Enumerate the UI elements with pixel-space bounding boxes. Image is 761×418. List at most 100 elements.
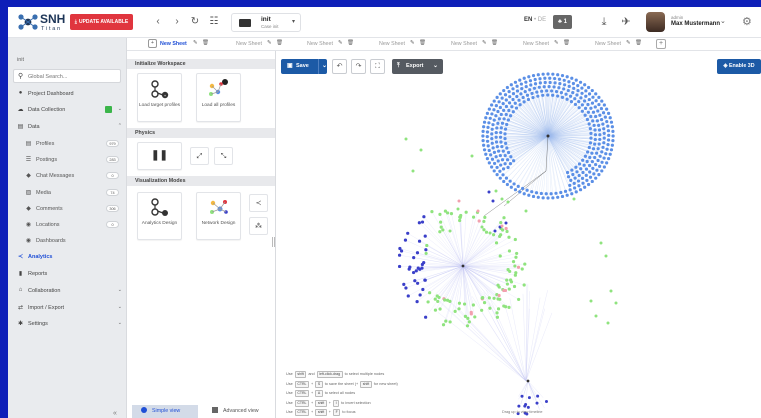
graph-node[interactable] [536, 94, 540, 98]
graph-node[interactable] [406, 231, 410, 235]
pencil-icon[interactable]: ✎ [267, 40, 272, 46]
graph-node[interactable] [567, 84, 571, 88]
graph-canvas[interactable]: ▣ Save ⌄ ↶ ↷ ⛶ ⤒ Export ⌄ ◈ Enable 3D Us… [276, 51, 761, 418]
graph-node[interactable] [500, 197, 504, 201]
graph-node[interactable] [503, 137, 507, 141]
graph-node[interactable] [422, 215, 426, 219]
graph-node[interactable] [494, 130, 498, 135]
graph-node[interactable] [560, 95, 565, 99]
graph-node[interactable] [564, 92, 568, 96]
graph-node[interactable] [527, 75, 531, 79]
graph-node[interactable] [428, 291, 432, 295]
graph-node[interactable] [411, 169, 415, 173]
trash-icon[interactable]: 🗑 [276, 40, 283, 46]
graph-node[interactable] [524, 80, 528, 84]
graph-node[interactable] [585, 159, 589, 164]
graph-node[interactable] [490, 127, 494, 131]
graph-node[interactable] [556, 94, 560, 98]
pencil-icon[interactable]: ✎ [482, 40, 487, 46]
graph-node[interactable] [601, 145, 605, 149]
graph-node[interactable] [513, 264, 517, 268]
trash-icon[interactable]: 🗑 [563, 40, 570, 46]
graph-node[interactable] [577, 99, 581, 104]
graph-node[interactable] [449, 212, 454, 216]
graph-node[interactable] [501, 173, 505, 177]
redo-button[interactable]: ↷ [351, 59, 366, 74]
graph-node[interactable] [584, 89, 588, 93]
graph-node[interactable] [486, 125, 490, 129]
graph-node[interactable] [482, 228, 486, 232]
graph-node[interactable] [532, 86, 537, 90]
graph-node[interactable] [544, 192, 548, 196]
graph-node[interactable] [492, 118, 496, 122]
graph-node[interactable] [583, 185, 587, 189]
graph-node[interactable] [585, 117, 590, 122]
graph-node[interactable] [463, 314, 468, 318]
graph-node[interactable] [610, 143, 614, 147]
graph-node[interactable] [502, 216, 506, 220]
sidebar-item-dashboards[interactable]: ◉ Dashboards [8, 233, 126, 248]
graph-node[interactable] [595, 168, 599, 172]
graph-node[interactable] [592, 123, 596, 127]
graph-node[interactable] [511, 110, 515, 114]
graph-node[interactable] [541, 93, 545, 97]
graph-node[interactable] [591, 166, 595, 170]
graph-node[interactable] [526, 379, 530, 383]
graph-node[interactable] [587, 97, 591, 102]
graph-node[interactable] [540, 89, 544, 93]
download-icon[interactable]: ⤓ [597, 14, 611, 30]
graph-node[interactable] [491, 199, 495, 203]
graph-node[interactable] [506, 268, 510, 272]
graph-node[interactable] [504, 226, 508, 231]
graph-node[interactable] [599, 241, 603, 245]
graph-node[interactable] [436, 299, 440, 304]
graph-node[interactable] [599, 118, 604, 122]
graph-node[interactable] [522, 192, 526, 196]
graph-node[interactable] [587, 145, 591, 150]
graph-node[interactable] [580, 91, 584, 95]
graph-node[interactable] [509, 185, 513, 189]
graph-node[interactable] [605, 119, 609, 124]
graph-node[interactable] [508, 95, 512, 99]
graph-node[interactable] [560, 73, 565, 78]
graph-node[interactable] [533, 82, 538, 86]
graph-node[interactable] [588, 141, 593, 145]
graph-node[interactable] [553, 81, 557, 85]
graph-node[interactable] [580, 176, 585, 180]
tab-sheet-5[interactable]: New Sheet ✎ 🗑 [451, 38, 513, 50]
graph-node[interactable] [565, 75, 569, 79]
graph-node[interactable] [518, 78, 522, 82]
graph-node[interactable] [591, 110, 596, 114]
graph-node[interactable] [486, 144, 490, 148]
graph-node[interactable] [542, 85, 546, 89]
graph-node[interactable] [499, 221, 503, 225]
chevron-down-icon[interactable]: ⌄ [318, 59, 327, 74]
graph-node[interactable] [430, 209, 434, 214]
cluster-layout-button[interactable]: ⁂ [249, 217, 268, 235]
graph-node[interactable] [596, 109, 600, 113]
graph-node[interactable] [507, 90, 511, 94]
graph-node[interactable] [590, 101, 595, 105]
graph-node[interactable] [607, 133, 611, 137]
graph-node[interactable] [495, 126, 499, 130]
graph-node[interactable] [577, 173, 581, 178]
graph-node[interactable] [439, 220, 443, 224]
tab-sheet-1[interactable]: + New Sheet ✎ 🗑 [148, 38, 222, 50]
graph-node[interactable] [600, 169, 604, 173]
graph-node[interactable] [557, 86, 561, 90]
graph-node[interactable] [492, 99, 496, 103]
graph-node[interactable] [573, 102, 578, 107]
graph-node[interactable] [498, 105, 502, 110]
graph-node[interactable] [500, 158, 505, 162]
graph-node[interactable] [595, 151, 599, 155]
graph-node[interactable] [523, 90, 527, 94]
graph-node[interactable] [606, 111, 611, 115]
graph-node[interactable] [568, 183, 572, 188]
graph-node[interactable] [608, 152, 612, 156]
graph-node[interactable] [412, 255, 416, 260]
graph-node[interactable] [448, 320, 452, 324]
graph-node[interactable] [530, 91, 534, 96]
graph-node[interactable] [404, 286, 408, 290]
graph-node[interactable] [490, 141, 494, 145]
graph-node[interactable] [505, 229, 509, 234]
